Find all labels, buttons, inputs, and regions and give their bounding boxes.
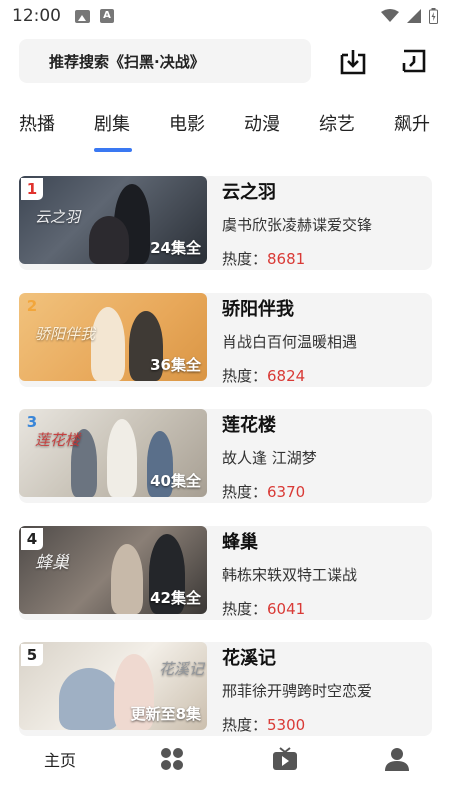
show-cast: 肖战白百何温暖相遇	[222, 333, 358, 351]
show-cast: 虞书欣张凌赫谍爱交锋	[222, 216, 373, 234]
show-heat: 热度：5300	[222, 716, 306, 734]
tab-series[interactable]: 剧集	[94, 110, 130, 136]
user-icon	[385, 748, 409, 771]
nav-home-label: 主页	[43, 751, 76, 770]
history-button[interactable]	[398, 45, 430, 77]
nav-tv[interactable]	[255, 744, 315, 774]
show-heat: 热度：6041	[222, 600, 306, 618]
bottom-nav: 主页	[0, 736, 450, 800]
tab-rising[interactable]: 飙升	[394, 110, 430, 136]
font-notification-icon: A	[100, 9, 114, 23]
heat-value: 8681	[267, 250, 306, 268]
status-bar: 12:00 A	[0, 0, 450, 32]
rank-badge: 5	[21, 644, 43, 666]
nav-profile[interactable]	[367, 744, 427, 774]
show-poster: 云之羽 1 24集全	[19, 176, 207, 264]
episode-count: 40集全	[150, 472, 201, 490]
episode-count: 42集全	[150, 589, 201, 607]
search-bar[interactable]: 推荐搜索《扫黑·决战》	[19, 39, 311, 83]
wifi-icon	[381, 9, 399, 22]
episode-count: 36集全	[150, 356, 201, 374]
category-tabs: 热播 剧集 电影 动漫 综艺 飙升	[0, 110, 450, 156]
image-notification-icon	[75, 9, 90, 23]
show-card[interactable]: 蜂巢 4 42集全 蜂巢 韩栋宋轶双特工谍战 热度：6041	[19, 526, 432, 620]
rank-badge: 1	[21, 178, 43, 200]
show-poster: 蜂巢 4 42集全	[19, 526, 207, 614]
show-title: 骄阳伴我	[222, 299, 294, 320]
show-card[interactable]: 莲花楼 3 40集全 莲花楼 故人逢 江湖梦 热度：6370	[19, 409, 432, 503]
heat-value: 6041	[267, 600, 306, 618]
heat-value: 5300	[267, 716, 306, 734]
search-placeholder: 推荐搜索《扫黑·决战》	[49, 52, 205, 71]
episode-count: 更新至8集	[130, 705, 201, 723]
download-button[interactable]	[337, 45, 369, 77]
show-poster: 骄阳伴我 2 36集全	[19, 293, 207, 381]
show-poster: 莲花楼 3 40集全	[19, 409, 207, 497]
history-icon	[402, 49, 426, 73]
show-cast: 韩栋宋轶双特工谍战	[222, 566, 358, 584]
rank-badge: 4	[21, 528, 43, 550]
show-heat: 热度：6370	[222, 483, 306, 501]
battery-icon	[429, 8, 438, 24]
episode-count: 24集全	[150, 239, 201, 257]
show-cast: 邢菲徐开骋跨时空恋爱	[222, 682, 373, 700]
tab-hot[interactable]: 热播	[19, 110, 55, 136]
nav-categories[interactable]	[142, 744, 202, 774]
show-card[interactable]: 花溪记 5 更新至8集 花溪记 邢菲徐开骋跨时空恋爱 热度：5300	[19, 642, 432, 736]
tab-movies[interactable]: 电影	[169, 110, 205, 136]
grid-icon	[161, 748, 183, 770]
heat-value: 6370	[267, 483, 306, 501]
tab-variety[interactable]: 综艺	[319, 110, 355, 136]
show-title: 蜂巢	[222, 532, 258, 553]
show-cast: 故人逢 江湖梦	[222, 449, 317, 467]
show-card[interactable]: 云之羽 1 24集全 云之羽 虞书欣张凌赫谍爱交锋 热度：8681	[19, 176, 432, 270]
show-heat: 热度：8681	[222, 250, 306, 268]
show-title: 莲花楼	[222, 415, 276, 436]
show-card[interactable]: 骄阳伴我 2 36集全 骄阳伴我 肖战白百何温暖相遇 热度：6824	[19, 293, 432, 387]
tv-icon	[273, 747, 297, 770]
download-icon	[340, 50, 366, 75]
heat-value: 6824	[267, 367, 306, 385]
active-tab-indicator	[94, 148, 132, 152]
status-time: 12:00	[12, 6, 61, 26]
rank-badge: 3	[26, 413, 38, 431]
signal-icon	[407, 9, 421, 23]
show-title: 花溪记	[222, 648, 276, 669]
tab-anime[interactable]: 动漫	[244, 110, 280, 136]
nav-home[interactable]: 主页	[30, 744, 90, 774]
show-heat: 热度：6824	[222, 367, 306, 385]
show-poster: 花溪记 5 更新至8集	[19, 642, 207, 730]
show-title: 云之羽	[222, 182, 276, 203]
rank-badge: 2	[26, 297, 38, 315]
